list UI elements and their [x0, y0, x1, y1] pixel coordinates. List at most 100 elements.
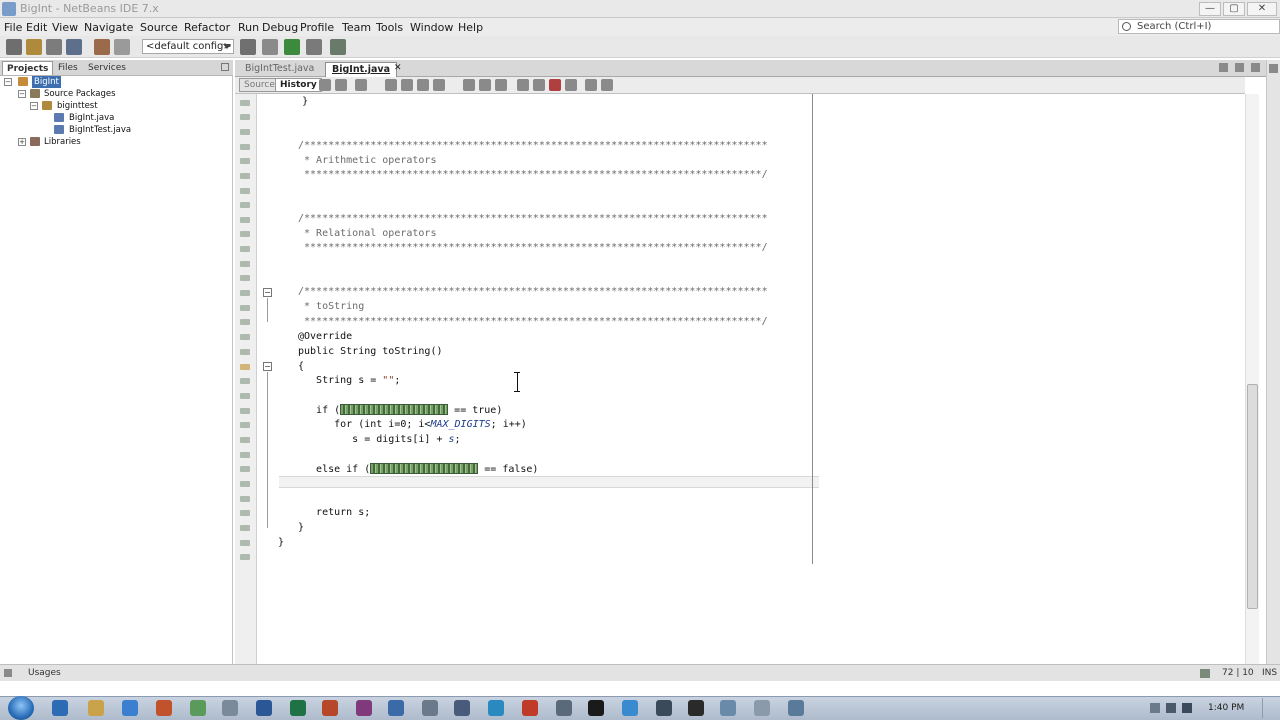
taskbar-app-icon[interactable]: [522, 700, 538, 716]
menu-source[interactable]: Source: [140, 21, 178, 34]
previous-bookmark-icon[interactable]: [463, 79, 475, 91]
forward-icon[interactable]: [335, 79, 347, 91]
menu-help[interactable]: Help: [458, 21, 483, 34]
notifications-icon[interactable]: [1200, 669, 1210, 678]
shift-right-icon[interactable]: [533, 79, 545, 91]
override-marker-icon[interactable]: [240, 364, 250, 370]
menu-refactor[interactable]: Refactor: [184, 21, 230, 34]
tray-icon[interactable]: [1150, 703, 1160, 713]
taskbar-app-icon[interactable]: [656, 700, 672, 716]
taskbar-app-icon[interactable]: [788, 700, 804, 716]
menu-debug[interactable]: Debug: [262, 21, 298, 34]
volume-icon[interactable]: [1182, 703, 1192, 713]
taskbar-app-icon[interactable]: [422, 700, 438, 716]
menu-tools[interactable]: Tools: [376, 21, 403, 34]
taskbar-app-icon[interactable]: [122, 700, 138, 716]
source-button[interactable]: Source: [239, 78, 280, 92]
next-bookmark-icon[interactable]: [479, 79, 491, 91]
taskbar-app-icon[interactable]: [52, 700, 68, 716]
taskbar-app-icon[interactable]: [588, 700, 604, 716]
taskbar-app-icon[interactable]: [356, 700, 372, 716]
build-icon[interactable]: [240, 39, 256, 55]
scrollbar-thumb[interactable]: [1247, 384, 1258, 609]
taskbar-app-icon[interactable]: [622, 700, 638, 716]
tab-projects[interactable]: Projects: [2, 61, 54, 75]
show-desktop-button[interactable]: [1262, 698, 1278, 718]
uncomment-icon[interactable]: [601, 79, 613, 91]
new-file-icon[interactable]: [26, 39, 42, 55]
taskbar-clock[interactable]: 1:40 PM: [1208, 703, 1244, 713]
taskbar-app-icon[interactable]: [754, 700, 770, 716]
menu-navigate[interactable]: Navigate: [84, 21, 133, 34]
open-project-icon[interactable]: [46, 39, 62, 55]
find-previous-icon[interactable]: [401, 79, 413, 91]
menu-view[interactable]: View: [52, 21, 78, 34]
taskbar-app-icon[interactable]: [720, 700, 736, 716]
collapse-toggle-icon[interactable]: −: [4, 78, 12, 86]
undo-icon[interactable]: [94, 39, 110, 55]
tab-services[interactable]: Services: [84, 61, 130, 75]
menu-window[interactable]: Window: [410, 21, 453, 34]
taskbar-app-icon[interactable]: [256, 700, 272, 716]
toggle-bookmark-icon[interactable]: [495, 79, 507, 91]
menu-edit[interactable]: Edit: [26, 21, 47, 34]
run-icon[interactable]: [284, 39, 300, 55]
collapse-toggle-icon[interactable]: −: [18, 90, 26, 98]
new-project-icon[interactable]: [6, 39, 22, 55]
vertical-scrollbar[interactable]: [1245, 94, 1259, 664]
menu-profile[interactable]: Profile: [300, 21, 334, 34]
save-all-icon[interactable]: [66, 39, 82, 55]
tab-scroll-icon[interactable]: [1219, 63, 1228, 72]
start-button[interactable]: [8, 696, 34, 720]
config-select[interactable]: <default config>: [142, 39, 234, 54]
tab-biginttest-java[interactable]: BigIntTest.java: [239, 62, 320, 77]
taskbar-app-icon[interactable]: [454, 700, 470, 716]
debug-icon[interactable]: [306, 39, 322, 55]
taskbar-app-icon[interactable]: [88, 700, 104, 716]
close-tab-icon[interactable]: ✕: [394, 63, 402, 73]
comment-line: ****************************************…: [298, 316, 768, 327]
taskbar-app-icon[interactable]: [388, 700, 404, 716]
close-button[interactable]: ✕: [1247, 2, 1277, 16]
minimize-panel-icon[interactable]: [221, 63, 229, 71]
tab-bigint-java[interactable]: BigInt.java: [325, 62, 398, 77]
back-icon[interactable]: [319, 79, 331, 91]
history-button[interactable]: History: [275, 78, 322, 92]
taskbar-app-icon[interactable]: [488, 700, 504, 716]
tab-files[interactable]: Files: [54, 61, 82, 75]
taskbar-app-icon[interactable]: [688, 700, 704, 716]
taskbar-app-icon[interactable]: [290, 700, 306, 716]
search-field[interactable]: Search (Ctrl+I): [1118, 19, 1280, 34]
fold-toggle-icon[interactable]: −: [263, 362, 272, 371]
profile-icon[interactable]: [330, 39, 346, 55]
menu-run[interactable]: Run: [238, 21, 259, 34]
shift-left-icon[interactable]: [517, 79, 529, 91]
taskbar-app-icon[interactable]: [156, 700, 172, 716]
collapse-toggle-icon[interactable]: −: [30, 102, 38, 110]
minimize-button[interactable]: —: [1199, 2, 1221, 16]
taskbar-app-icon[interactable]: [556, 700, 572, 716]
taskbar-app-icon[interactable]: [190, 700, 206, 716]
maximize-editor-icon[interactable]: [1251, 63, 1260, 72]
expand-toggle-icon[interactable]: +: [18, 138, 26, 146]
start-macro-icon[interactable]: [549, 79, 561, 91]
comment-icon[interactable]: [585, 79, 597, 91]
fold-toggle-icon[interactable]: −: [263, 288, 272, 297]
taskbar-app-icon[interactable]: [322, 700, 338, 716]
maximize-button[interactable]: ▢: [1223, 2, 1245, 16]
redo-icon[interactable]: [114, 39, 130, 55]
find-next-icon[interactable]: [417, 79, 429, 91]
menu-file[interactable]: File: [4, 21, 22, 34]
taskbar-app-icon[interactable]: [222, 700, 238, 716]
last-edit-icon[interactable]: [355, 79, 367, 91]
toggle-highlight-icon[interactable]: [433, 79, 445, 91]
clean-build-icon[interactable]: [262, 39, 278, 55]
find-icon[interactable]: [385, 79, 397, 91]
stop-macro-icon[interactable]: [565, 79, 577, 91]
tab-list-icon[interactable]: [1235, 63, 1244, 72]
palette-icon[interactable]: [1269, 64, 1278, 73]
usages-tab[interactable]: Usages: [28, 668, 61, 678]
menu-team[interactable]: Team: [342, 21, 371, 34]
change-marker: [240, 510, 250, 516]
tray-icon[interactable]: [1166, 703, 1176, 713]
